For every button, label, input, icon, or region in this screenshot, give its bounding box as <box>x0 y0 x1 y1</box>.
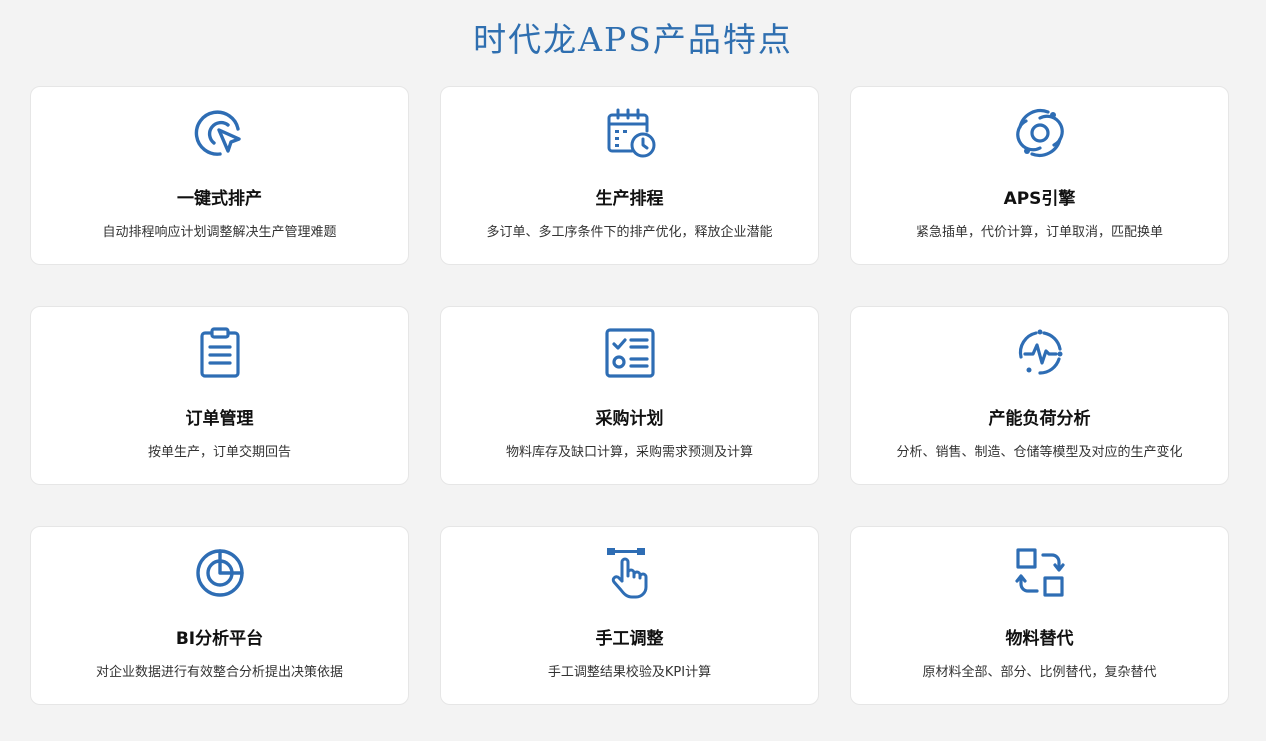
cursor-target-icon <box>192 105 248 161</box>
feature-card-aps-engine[interactable]: APS引擎 紧急插单，代价计算，订单取消，匹配换单 <box>850 86 1229 265</box>
feature-title: BI分析平台 <box>175 629 264 649</box>
feature-card-order-management[interactable]: 订单管理 按单生产，订单交期回告 <box>30 306 409 485</box>
feature-card-one-click-scheduling[interactable]: 一键式排产 自动排程响应计划调整解决生产管理难题 <box>30 86 409 265</box>
feature-grid: 一键式排产 自动排程响应计划调整解决生产管理难题 生产排程 多订单、多工序条件下… <box>30 86 1229 705</box>
feature-description: 原材料全部、部分、比例替代，复杂替代 <box>922 665 1157 680</box>
feature-title: 产能负荷分析 <box>988 409 1091 429</box>
feature-card-capacity-load-analysis[interactable]: 产能负荷分析 分析、销售、制造、仓储等模型及对应的生产变化 <box>850 306 1229 485</box>
feature-description: 物料库存及缺口计算，采购需求预测及计算 <box>505 445 753 460</box>
feature-description: 自动排程响应计划调整解决生产管理难题 <box>102 225 337 240</box>
feature-description: 按单生产，订单交期回告 <box>147 445 291 460</box>
feature-title: 订单管理 <box>185 409 254 429</box>
feature-card-purchase-plan[interactable]: 采购计划 物料库存及缺口计算，采购需求预测及计算 <box>440 306 819 485</box>
feature-title: 物料替代 <box>1005 629 1074 649</box>
pulse-circle-icon <box>1012 325 1068 381</box>
feature-card-bi-platform[interactable]: BI分析平台 对企业数据进行有效整合分析提出决策依据 <box>30 526 409 705</box>
page-title: 时代龙APS产品特点 <box>473 20 793 59</box>
feature-card-material-substitution[interactable]: 物料替代 原材料全部、部分、比例替代，复杂替代 <box>850 526 1229 705</box>
feature-card-manual-adjustment[interactable]: 手工调整 手工调整结果校验及KPI计算 <box>440 526 819 705</box>
feature-description: 分析、销售、制造、仓储等模型及对应的生产变化 <box>896 445 1183 460</box>
feature-title: 一键式排产 <box>177 189 262 209</box>
feature-description: 多订单、多工序条件下的排产优化，释放企业潜能 <box>486 225 773 240</box>
feature-description: 手工调整结果校验及KPI计算 <box>547 665 712 680</box>
feature-title: 生产排程 <box>595 189 664 209</box>
clipboard-list-icon <box>192 325 248 381</box>
checklist-icon <box>602 325 658 381</box>
feature-title: APS引擎 <box>1003 189 1076 209</box>
calendar-clock-icon <box>602 105 658 161</box>
feature-card-production-scheduling[interactable]: 生产排程 多订单、多工序条件下的排产优化，释放企业潜能 <box>440 86 819 265</box>
feature-title: 采购计划 <box>595 409 664 429</box>
hand-adjust-icon <box>602 545 658 601</box>
swap-squares-icon <box>1012 545 1068 601</box>
feature-description: 对企业数据进行有效整合分析提出决策依据 <box>95 665 343 680</box>
pie-chart-icon <box>192 545 248 601</box>
feature-title: 手工调整 <box>595 629 664 649</box>
orbit-engine-icon <box>1012 105 1068 161</box>
feature-description: 紧急插单，代价计算，订单取消，匹配换单 <box>915 225 1163 240</box>
